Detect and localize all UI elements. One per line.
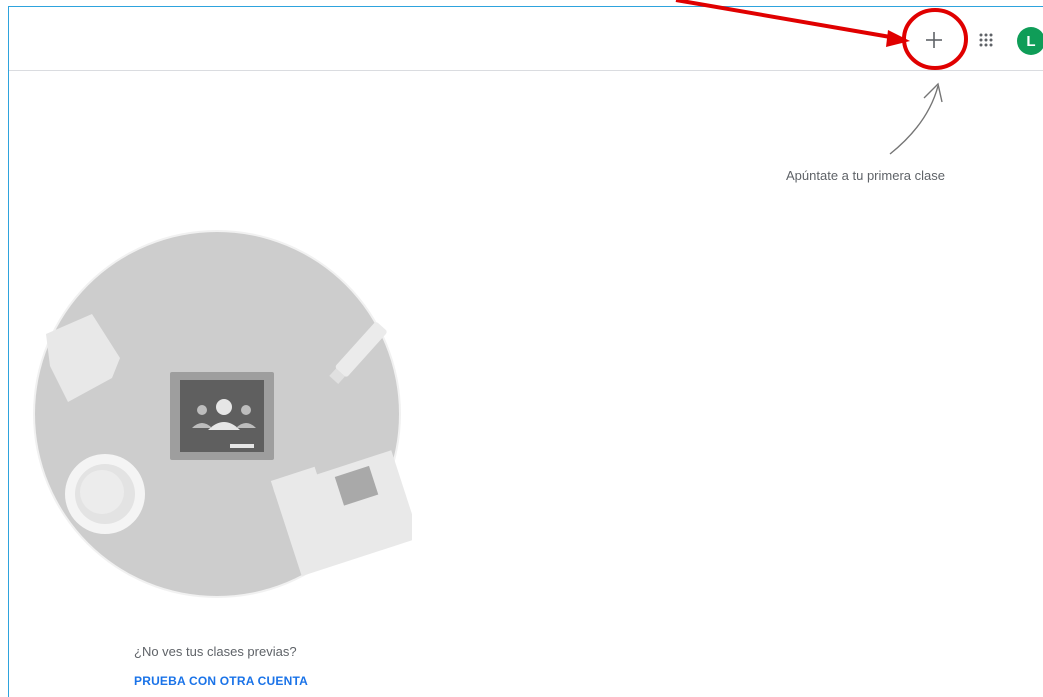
hint-arrow-icon [889, 82, 943, 155]
add-class-button[interactable] [910, 20, 958, 60]
apps-grid-icon [979, 33, 993, 47]
plus-icon [926, 32, 942, 48]
empty-classroom-illustration [33, 230, 412, 598]
join-first-class-hint: Apúntate a tu primera clase [786, 168, 945, 183]
account-avatar[interactable]: L [1017, 27, 1043, 55]
google-apps-button[interactable] [970, 22, 1002, 58]
previous-classes-question: ¿No ves tus clases previas? [134, 644, 297, 659]
try-other-account-link[interactable]: PRUEBA CON OTRA CUENTA [134, 674, 308, 688]
top-app-bar [9, 7, 1043, 71]
